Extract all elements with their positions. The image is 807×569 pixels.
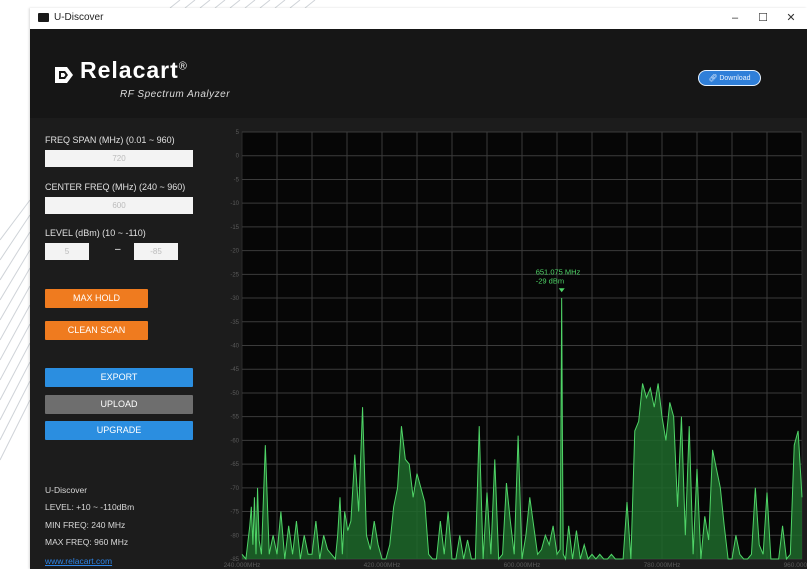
brand-name: Relacart® <box>80 57 188 83</box>
y-tick-label: -80 <box>230 533 239 539</box>
minimize-button[interactable]: – <box>720 8 750 29</box>
y-tick-label: -25 <box>230 272 239 278</box>
max-hold-button[interactable]: MAX HOLD <box>45 289 148 308</box>
app-window: U-Discover – ☐ ✕ Relacart® RF Spectrum A… <box>30 8 807 569</box>
y-tick-label: -5 <box>234 177 240 183</box>
y-tick-label: -45 <box>230 367 239 373</box>
window-title: U-Discover <box>54 12 104 23</box>
info-app-name: U-Discover <box>45 485 88 495</box>
y-tick-label: -55 <box>230 415 239 421</box>
y-tick-label: -60 <box>230 438 239 444</box>
export-button[interactable]: EXPORT <box>45 368 193 387</box>
upload-button[interactable]: UPLOAD <box>45 395 193 414</box>
y-tick-label: -70 <box>230 486 239 492</box>
center-freq-label: CENTER FREQ (MHz) (240 ~ 960) <box>45 182 186 192</box>
center-freq-input[interactable] <box>45 197 193 214</box>
info-max-freq: MAX FREQ: 960 MHz <box>45 537 129 547</box>
download-label: Download <box>719 75 751 82</box>
relacart-logo-icon <box>55 67 73 83</box>
level-high-input[interactable] <box>45 243 89 260</box>
app-header: Relacart® RF Spectrum Analyzer 🔗︎ Downlo… <box>30 29 807 118</box>
level-label: LEVEL (dBm) (10 ~ -110) <box>45 228 146 238</box>
app-icon <box>38 13 49 22</box>
level-separator: – <box>115 244 121 255</box>
title-bar[interactable]: U-Discover – ☐ ✕ <box>30 8 807 29</box>
y-tick-label: 0 <box>236 154 240 160</box>
freq-span-input[interactable] <box>45 150 193 167</box>
spectrum-chart: 5 0 -5 -10 -15 -20 -25 -30 -35 -40 -45 -50 -55 -60 -65… <box>210 118 807 569</box>
website-link[interactable]: www.relacart.com <box>45 556 112 566</box>
info-min-freq: MIN FREQ: 240 MHz <box>45 520 126 530</box>
level-low-input[interactable] <box>134 243 178 260</box>
y-tick-label: -10 <box>230 201 239 207</box>
x-tick-label: 420.000MHz <box>364 562 401 569</box>
link-icon: 🔗︎ <box>708 75 720 82</box>
spectrum-plot: 5 0 -5 -10 -15 -20 -25 -30 -35 -40 -45 -50 -55 -60 -65… <box>224 130 807 569</box>
info-level-range: LEVEL: +10 ~ -110dBm <box>45 502 135 512</box>
x-tick-label: 240.000MHz <box>224 562 261 569</box>
y-tick-label: -40 <box>230 344 239 350</box>
peak-marker-frequency: 651.075 MHz <box>536 267 581 276</box>
y-tick-label: -50 <box>230 391 239 397</box>
close-button[interactable]: ✕ <box>776 8 806 29</box>
app-subtitle: RF Spectrum Analyzer <box>120 89 231 100</box>
download-button[interactable]: 🔗︎ Download <box>698 70 761 86</box>
y-tick-label: -75 <box>230 510 239 516</box>
maximize-button[interactable]: ☐ <box>748 8 778 29</box>
freq-span-label: FREQ SPAN (MHz) (0.01 ~ 960) <box>45 135 175 145</box>
clean-scan-button[interactable]: CLEAN SCAN <box>45 321 148 340</box>
x-tick-label: 780.000MHz <box>644 562 681 569</box>
y-tick-label: -65 <box>230 462 239 468</box>
y-tick-label: -35 <box>230 320 239 326</box>
y-tick-label: -30 <box>230 296 239 302</box>
x-tick-label: 960.000MHz <box>784 562 807 569</box>
peak-marker-level: -29 dBm <box>536 276 564 285</box>
control-sidebar: FREQ SPAN (MHz) (0.01 ~ 960) CENTER FREQ… <box>30 118 210 569</box>
y-tick-label: 5 <box>236 130 240 136</box>
upgrade-button[interactable]: UPGRADE <box>45 421 193 440</box>
y-tick-label: -20 <box>230 249 239 255</box>
x-tick-label: 600.000MHz <box>504 562 541 569</box>
y-tick-label: -15 <box>230 225 239 231</box>
